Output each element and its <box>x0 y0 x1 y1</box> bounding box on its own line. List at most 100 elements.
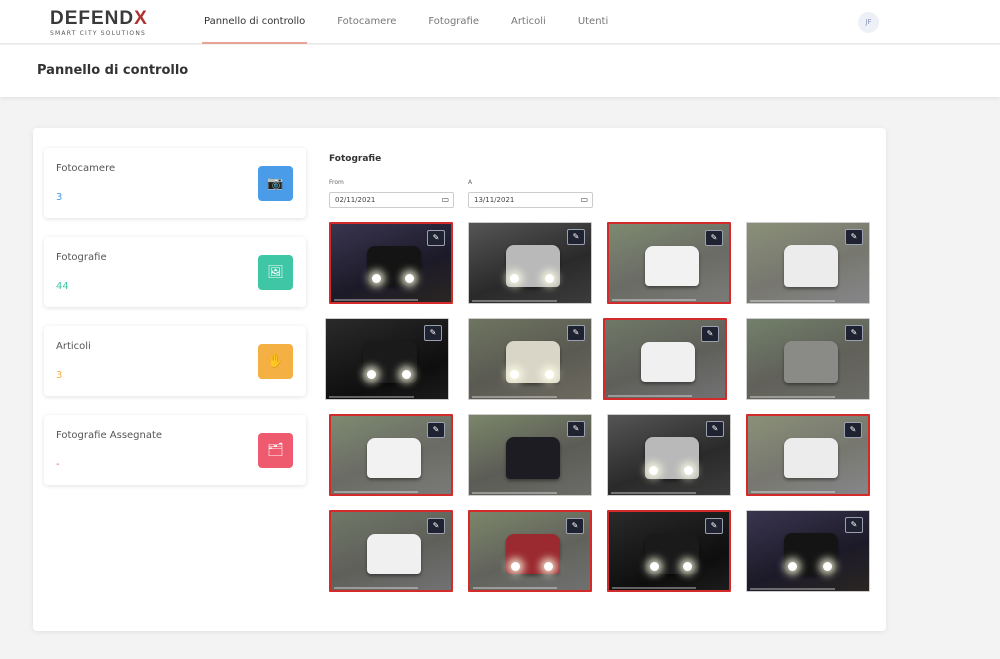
stat-card-articles[interactable]: Articoli 3 ✋ <box>44 326 306 396</box>
nav-item-cameras[interactable]: Fotocamere <box>321 0 412 44</box>
pencil-icon[interactable]: ✎ <box>705 230 723 246</box>
brand-logo-wordmark: DEFENDX <box>50 8 148 29</box>
timestamp-strip <box>472 300 558 302</box>
calendar-icon[interactable]: ▭ <box>580 193 588 207</box>
photo-thumbnail[interactable]: ✎ <box>325 318 449 400</box>
pencil-icon[interactable]: ✎ <box>844 422 862 438</box>
to-date-input[interactable]: 13/11/2021 ▭ <box>468 192 593 208</box>
to-date-value: 13/11/2021 <box>474 196 515 204</box>
photo-grid: ✎ ✎ ✎ ✎ ✎ ✎ ✎ ✎ ✎ ✎ ✎ ✎ ✎ ✎ ✎ ✎ <box>325 222 874 594</box>
pencil-icon[interactable]: ✎ <box>845 517 863 533</box>
pencil-icon[interactable]: ✎ <box>567 325 585 341</box>
timestamp-strip <box>472 492 558 494</box>
headlight-glow <box>544 370 554 380</box>
pencil-icon[interactable]: ✎ <box>427 422 445 438</box>
stat-value: 44 <box>56 281 69 292</box>
timestamp-strip <box>334 587 418 589</box>
pencil-icon[interactable]: ✎ <box>424 325 442 341</box>
vehicle-shape <box>783 341 839 383</box>
photo-thumbnail[interactable]: ✎ <box>607 222 731 304</box>
stat-card-assigned-photos[interactable]: Fotografie Assegnate - 🗂 <box>44 415 306 485</box>
pencil-icon[interactable]: ✎ <box>845 325 863 341</box>
photo-thumbnail[interactable]: ✎ <box>607 510 731 592</box>
stat-value: 3 <box>56 370 63 381</box>
images-icon: 🗂 <box>258 433 293 468</box>
timestamp-strip <box>750 396 836 398</box>
pencil-icon[interactable]: ✎ <box>567 421 585 437</box>
to-date-label: A <box>468 179 473 186</box>
from-date-input[interactable]: 02/11/2021 ▭ <box>329 192 454 208</box>
stat-label: Fotografie <box>56 252 107 263</box>
photo-thumbnail[interactable]: ✎ <box>468 510 592 592</box>
stat-label: Fotocamere <box>56 163 116 174</box>
nav-item-photos[interactable]: Fotografie <box>412 0 495 44</box>
photo-thumbnail[interactable]: ✎ <box>603 318 727 400</box>
calendar-icon[interactable]: ▭ <box>441 193 449 207</box>
vehicle-shape <box>367 437 421 479</box>
timestamp-strip <box>750 588 836 590</box>
photo-thumbnail[interactable]: ✎ <box>746 510 870 592</box>
timestamp-strip <box>608 395 692 397</box>
timestamp-strip <box>751 491 835 493</box>
timestamp-strip <box>612 299 696 301</box>
pencil-icon[interactable]: ✎ <box>706 421 724 437</box>
stat-card-photos[interactable]: Fotografie 44 🖼 <box>44 237 306 307</box>
pencil-icon[interactable]: ✎ <box>427 518 445 534</box>
headlight-glow <box>401 370 411 380</box>
headlight-glow <box>371 273 381 283</box>
photo-thumbnail[interactable]: ✎ <box>329 222 453 304</box>
photos-section-title: Fotografie <box>329 154 382 164</box>
timestamp-strip <box>612 587 696 589</box>
main-nav: Pannello di controllo Fotocamere Fotogra… <box>188 0 624 44</box>
dashboard-card: Fotocamere 3 📷 Fotografie 44 🖼 Articoli … <box>33 128 886 631</box>
headlight-glow <box>544 274 554 284</box>
nav-item-dashboard[interactable]: Pannello di controllo <box>188 0 321 44</box>
photo-thumbnail[interactable]: ✎ <box>746 222 870 304</box>
photo-thumbnail[interactable]: ✎ <box>746 414 870 496</box>
camera-icon: 📷 <box>258 166 293 201</box>
vehicle-shape <box>367 533 421 575</box>
timestamp-strip <box>472 396 558 398</box>
page-header: Pannello di controllo <box>0 45 1000 97</box>
vehicle-shape <box>783 245 839 287</box>
stat-label: Fotografie Assegnate <box>56 430 163 441</box>
photo-thumbnail[interactable]: ✎ <box>468 318 592 400</box>
pencil-icon[interactable]: ✎ <box>567 229 585 245</box>
pencil-icon[interactable]: ✎ <box>701 326 719 342</box>
timestamp-strip <box>329 396 415 398</box>
headlight-glow <box>683 466 693 476</box>
timestamp-strip <box>334 491 418 493</box>
pencil-icon[interactable]: ✎ <box>566 518 584 534</box>
photo-thumbnail[interactable]: ✎ <box>329 414 453 496</box>
page-title: Pannello di controllo <box>37 63 189 78</box>
headlight-glow <box>649 561 659 571</box>
vehicle-shape <box>505 437 561 479</box>
photo-thumbnail[interactable]: ✎ <box>607 414 731 496</box>
image-icon: 🖼 <box>258 255 293 290</box>
timestamp-strip <box>334 299 418 301</box>
headlight-glow <box>510 561 520 571</box>
stat-card-cameras[interactable]: Fotocamere 3 📷 <box>44 148 306 218</box>
photo-thumbnail[interactable]: ✎ <box>468 414 592 496</box>
photo-thumbnail[interactable]: ✎ <box>329 510 453 592</box>
timestamp-strip <box>750 300 836 302</box>
top-navbar: DEFENDX SMART CITY SOLUTIONS Pannello di… <box>0 0 1000 44</box>
photo-thumbnail[interactable]: ✎ <box>746 318 870 400</box>
nav-item-articles[interactable]: Articoli <box>495 0 562 44</box>
stat-value: 3 <box>56 192 63 203</box>
nav-item-users[interactable]: Utenti <box>562 0 624 44</box>
from-date-label: From <box>329 179 344 186</box>
timestamp-strip <box>473 587 557 589</box>
hand-icon: ✋ <box>258 344 293 379</box>
pencil-icon[interactable]: ✎ <box>427 230 445 246</box>
user-avatar[interactable]: JF <box>858 12 879 33</box>
pencil-icon[interactable]: ✎ <box>705 518 723 534</box>
pencil-icon[interactable]: ✎ <box>845 229 863 245</box>
vehicle-shape <box>645 245 699 287</box>
photo-thumbnail[interactable]: ✎ <box>468 222 592 304</box>
stat-value: - <box>56 459 60 470</box>
headlight-glow <box>822 562 832 572</box>
vehicle-shape <box>641 341 695 383</box>
timestamp-strip <box>611 492 697 494</box>
brand-logo[interactable]: DEFENDX SMART CITY SOLUTIONS <box>50 9 165 39</box>
